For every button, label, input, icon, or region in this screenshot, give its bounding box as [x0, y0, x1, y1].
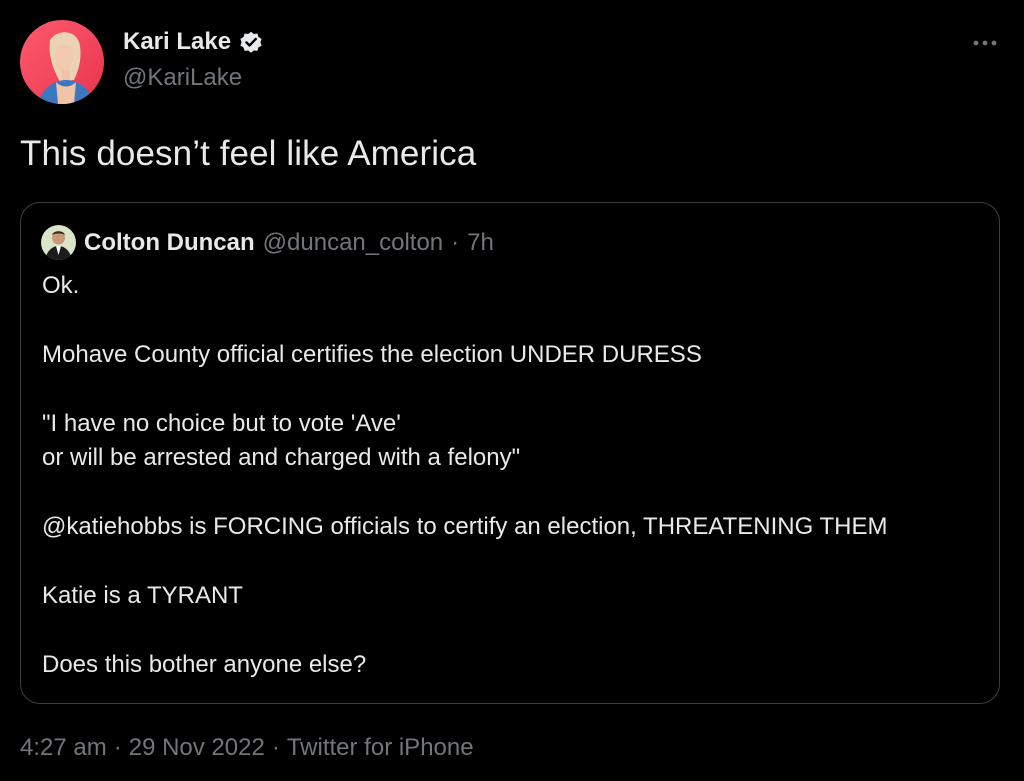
quoted-tweet-text: Ok. Mohave County official certifies the… [42, 269, 888, 682]
quoted-text-line [42, 544, 888, 579]
author-handle[interactable]: @KariLake [123, 64, 242, 92]
quoted-text-line: or will be arrested and charged with a f… [42, 444, 521, 471]
tweet-text: This doesn’t feel like America [20, 134, 477, 173]
quoted-profile-photo-icon [41, 225, 76, 260]
verified-badge-icon [238, 29, 264, 55]
author-display-name[interactable]: Kari Lake [123, 28, 231, 56]
meta-separator: · [113, 734, 122, 761]
quoted-text-line: Does this bother anyone else? [42, 651, 367, 678]
profile-photo-icon [20, 20, 104, 104]
more-horizontal-icon[interactable] [972, 36, 998, 50]
tweet-time[interactable]: 4:27 am [20, 734, 107, 762]
quoted-tweet-card[interactable]: Colton Duncan @duncan_colton · 7h Ok. Mo… [20, 202, 1000, 704]
quoted-author-handle[interactable]: @duncan_colton [263, 229, 444, 257]
tweet-metadata: 4:27 am · 29 Nov 2022 · Twitter for iPho… [20, 734, 474, 762]
meta-separator: · [271, 734, 280, 761]
quoted-text-line: @katiehobbs is FORCING officials to cert… [42, 513, 888, 540]
quoted-author-avatar[interactable] [41, 225, 76, 260]
quoted-timestamp[interactable]: 7h [467, 229, 494, 257]
quoted-text-line [42, 303, 888, 338]
tweet-date[interactable]: 29 Nov 2022 [129, 734, 265, 762]
quoted-separator: · [451, 228, 460, 256]
tweet[interactable]: Kari Lake @KariLake This doesn’t feel li… [0, 0, 1024, 781]
quoted-text-line: "I have no choice but to vote 'Ave' [42, 410, 401, 437]
quoted-text-line [42, 613, 888, 648]
quoted-text-line: Katie is a TYRANT [42, 582, 243, 609]
quoted-text-line: Mohave County official certifies the ele… [42, 341, 702, 368]
quoted-tweet-header: Colton Duncan @duncan_colton · 7h [41, 225, 494, 260]
tweet-source[interactable]: Twitter for iPhone [287, 734, 474, 762]
author-avatar[interactable] [20, 20, 104, 104]
quoted-text-line [42, 372, 888, 407]
quoted-text-line [42, 475, 888, 510]
quoted-author-display-name[interactable]: Colton Duncan [84, 229, 255, 257]
quoted-text-line: Ok. [42, 272, 80, 299]
